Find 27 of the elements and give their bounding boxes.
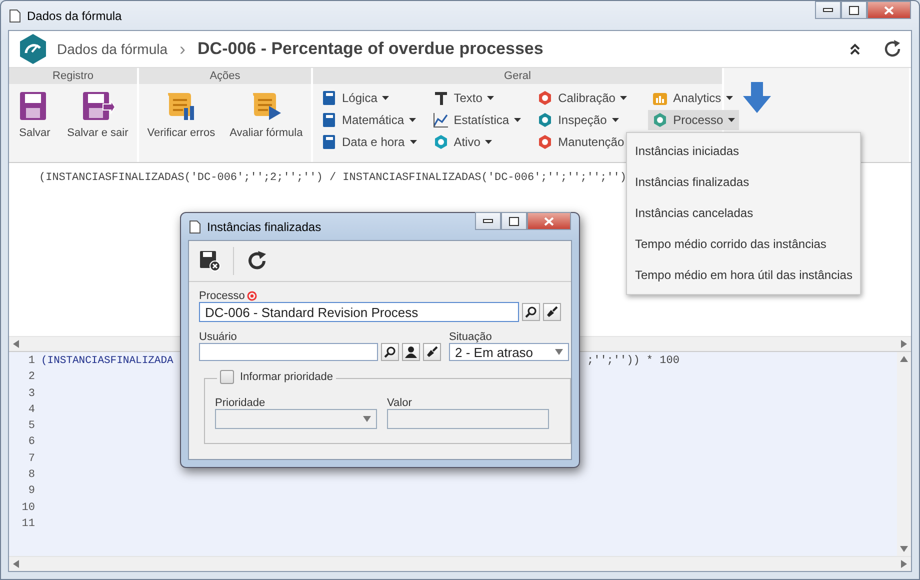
- line-number: 6: [28, 436, 35, 450]
- page-title: DC-006 - Percentage of overdue processes: [198, 39, 544, 59]
- line-number: 5: [28, 420, 35, 434]
- line-number: 3: [28, 388, 35, 402]
- line-number: 7: [28, 452, 35, 467]
- checkbox-label: Informar prioridade: [240, 371, 333, 383]
- field-label: Situação: [449, 331, 493, 343]
- line-number: 4: [28, 404, 35, 418]
- breadcrumb-separator: ›: [180, 38, 186, 60]
- code-text: ;'';'')) * 100: [587, 355, 680, 369]
- line-number: 2: [28, 371, 35, 386]
- group-title: Ações: [139, 68, 311, 84]
- window-title: Dados da fórmula: [27, 8, 123, 22]
- line-number: 11: [22, 518, 35, 532]
- field-label: Valor: [387, 397, 413, 409]
- group-title: Geral: [313, 68, 722, 84]
- line-number: 1: [28, 355, 35, 369]
- line-number: 9: [28, 485, 35, 500]
- dialog-title: Instâncias finalizadas: [207, 220, 322, 234]
- field-label: Usuário: [199, 331, 238, 343]
- field-label: Prioridade: [215, 397, 266, 409]
- field-label: Processo: [199, 290, 245, 302]
- formula-text: (INSTANCIASFINALIZADAS('DC-006';'';2;'';'') / INSTANCIASFINALIZADAS('DC-006';'';'';'';''): [39, 172, 626, 184]
- group-title: Registro: [9, 68, 137, 84]
- line-number: 10: [22, 502, 35, 516]
- code-text: (INSTANCIASFINALIZADA: [41, 355, 174, 367]
- line-number: 8: [28, 469, 35, 484]
